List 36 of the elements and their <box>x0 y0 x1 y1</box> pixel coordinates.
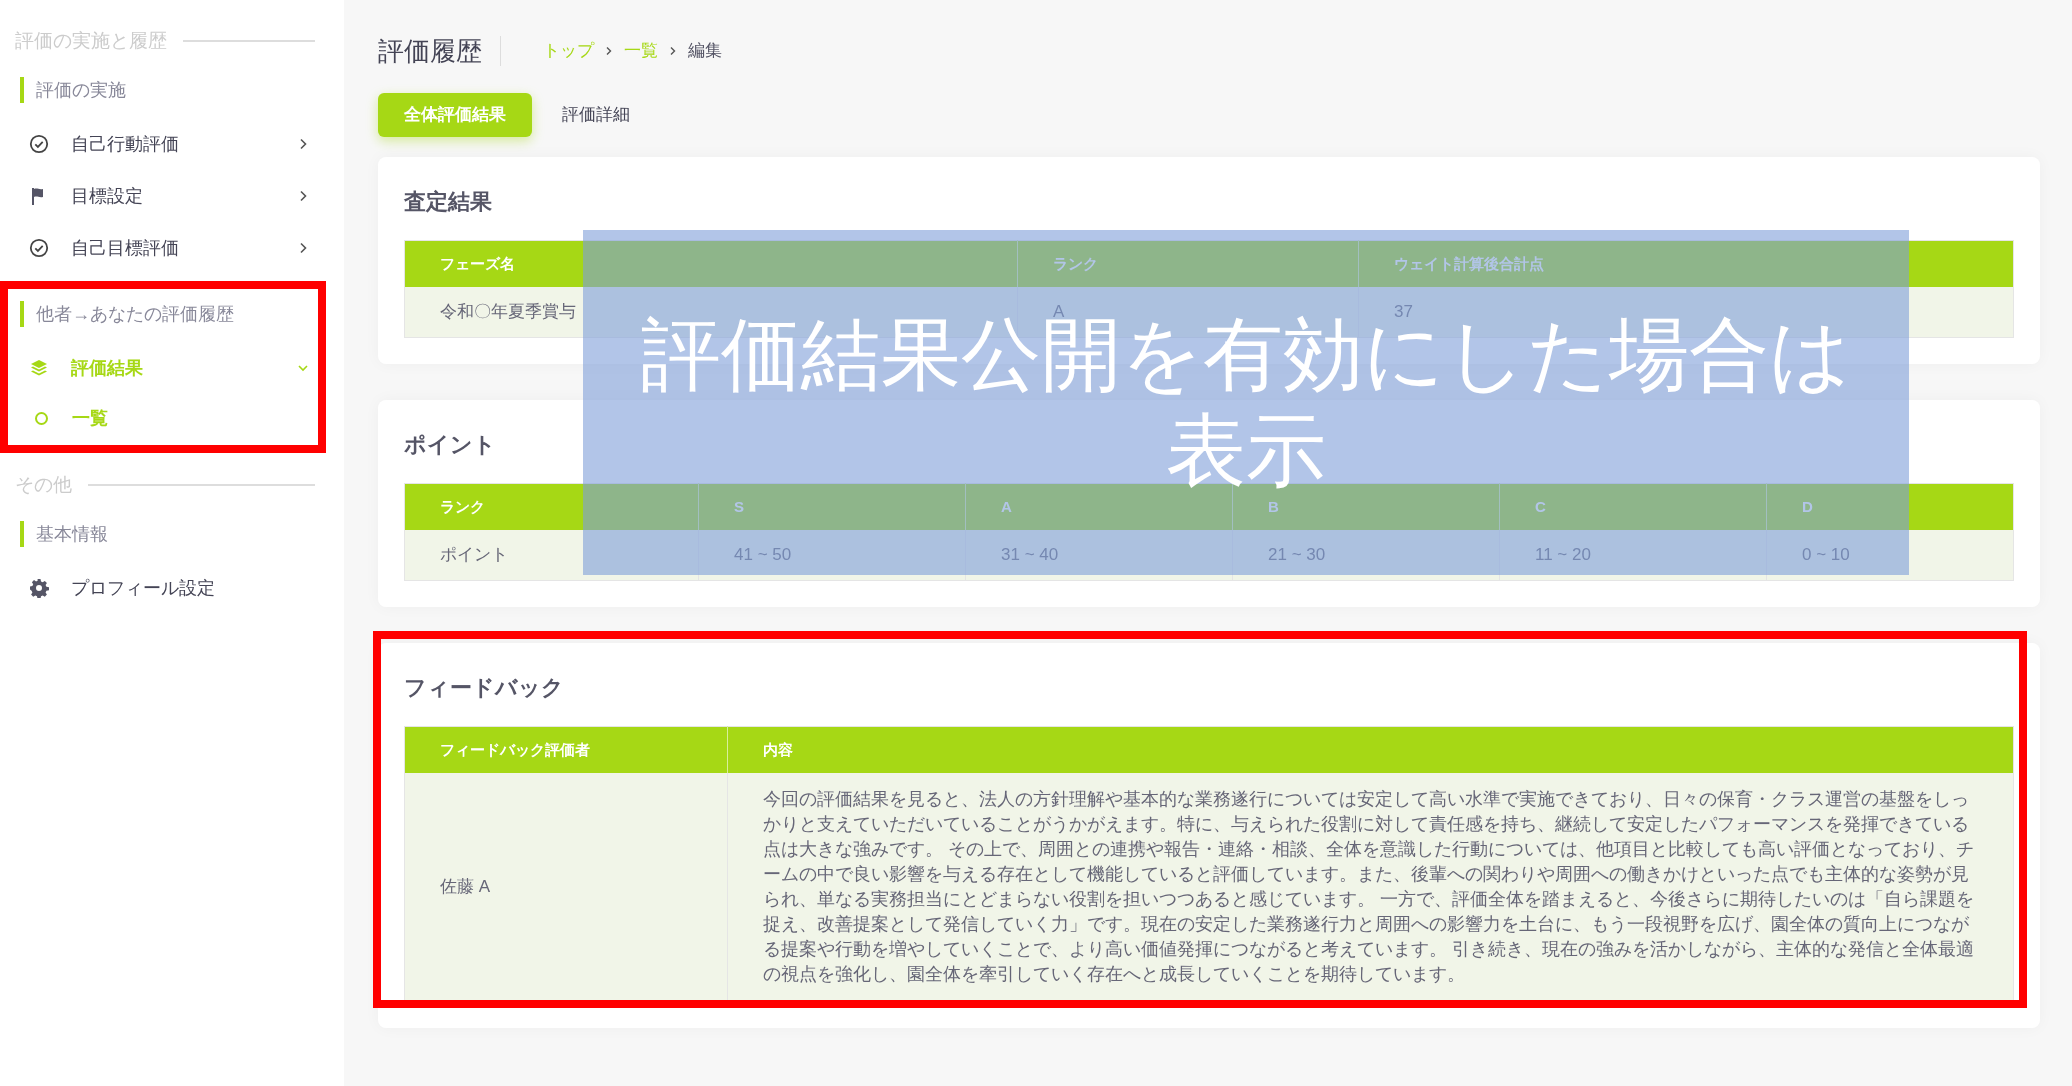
chevron-right-icon <box>604 46 614 56</box>
menu-item[interactable]: 自己行動評価 <box>0 118 344 170</box>
table-cell: 今回の評価結果を見ると、法人の方針理解や基本的な業務遂行については安定して高い水準で実施できており、日々の保育・クラス運営の基盤をしっかりと支えていただいていることがうかがえます。特に、与えられた役割に対して責任感を持ち、継続して安定したパフォーマンスを発揮できている点は大きな強みです。 その上で、周囲との連携や報告・連絡・相談、全体を意識した行動については、他項目と比較しても高い評価となっており、チームの中で良い影響を与える存在として機能していると評価しています。また、後輩への関わりや周囲への働きかけといった点でも主体的な姿勢が見られ、単なる実務担当にとどまらない役割を担いつつあると感じています。 一方で、評価全体を踏まえると、今後さらに期待したいのは「自ら課題を捉え、改善提案として発信していく力」です。現在の安定した業務遂行力と周囲への影響力を土台に、もう一段視野を広げ、園全体の質向上につながる提案や行動を増やしていくことで、より高い価値発揮につながると考えています。 引き続き、現在の強みを活かしながら、主体的な発信と全体最適の視点を強化し、園全体を牽引していく存在へと成長していくことを期待しています。 <box>727 772 2014 1001</box>
card-title: 査定結果 <box>404 188 493 216</box>
column-header: ウェイト計算後合計点 <box>1358 240 2014 287</box>
column-header: C <box>1499 483 1767 530</box>
table-cell: 佐藤 A <box>404 772 728 1001</box>
table-cell: ポイント <box>404 529 699 581</box>
column-header: ランク <box>404 483 699 530</box>
column-header: D <box>1766 483 2014 530</box>
check-circle-icon <box>29 238 49 258</box>
column-header: ランク <box>1017 240 1359 287</box>
chevron-right-icon <box>668 46 678 56</box>
menu-item[interactable]: 自己目標評価 <box>0 222 344 274</box>
tab[interactable]: 評価詳細 <box>558 93 634 137</box>
group-label: 基本情報 <box>36 522 108 546</box>
table-cell: 0 ~ 10 <box>1766 529 2014 581</box>
group-label: 他者→あなたの評価履歴 <box>36 302 234 326</box>
settings-icon <box>29 578 49 598</box>
column-header: 内容 <box>727 726 2014 773</box>
page-title: 評価履歴 <box>378 34 483 68</box>
card-title: ポイント <box>404 431 497 459</box>
column-header: フィードバック評価者 <box>404 726 728 773</box>
menu-item[interactable]: プロフィール設定 <box>0 562 344 614</box>
breadcrumb-current: 編集 <box>688 40 722 63</box>
column-header: S <box>698 483 966 530</box>
column-header: フェーズ名 <box>404 240 1018 287</box>
table-cell: 11 ~ 20 <box>1499 529 1767 581</box>
card-title: フィードバック <box>404 674 565 702</box>
layers-icon <box>29 358 49 378</box>
table-cell: 31 ~ 40 <box>965 529 1233 581</box>
group-label: 評価の実施 <box>36 78 126 102</box>
menu-item[interactable]: 目標設定 <box>0 170 344 222</box>
check-circle-icon <box>29 134 49 154</box>
table-cell: 41 ~ 50 <box>698 529 966 581</box>
table-cell: 21 ~ 30 <box>1232 529 1500 581</box>
